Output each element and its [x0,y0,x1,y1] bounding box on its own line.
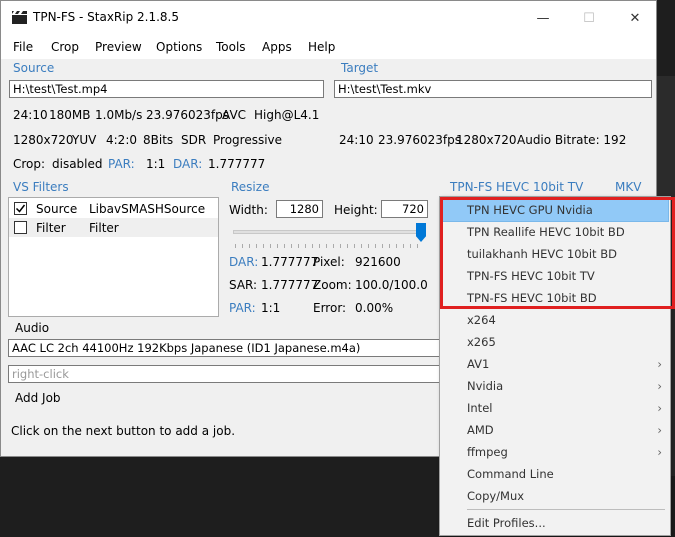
width-input[interactable]: 1280 [276,200,323,218]
annotation-highlight-box [440,197,675,309]
menu-help[interactable]: Help [308,40,335,54]
add-job-hint: Click on the next button to add a job. [11,424,236,438]
source-par-value: 1:1 [146,157,166,171]
target-audio-bitrate: Audio Bitrate: 192 [517,133,627,147]
submenu-arrow-icon: › [657,445,662,459]
zoom-value: 100.0/100.0 [355,278,428,292]
source-size: 180MB [49,108,91,122]
filter-row-filter[interactable]: Filter Filter [9,218,218,237]
filter-value: LibavSMASHSource [89,202,206,216]
source-profile: High@L4.1 [254,108,320,122]
source-colorspace: YUV [72,133,97,147]
width-label: Width: [229,203,268,217]
filter-checkbox-unchecked[interactable] [14,221,27,234]
container-label[interactable]: MKV [615,180,641,194]
submenu-arrow-icon: › [657,379,662,393]
menu-item-copy-mux[interactable]: Copy/Mux [442,485,668,507]
filter-name: Filter [36,221,66,235]
audio-track-field[interactable]: AAC LC 2ch 44100Hz 192Kbps Japanese (ID1… [8,339,448,357]
menu-apps[interactable]: Apps [262,40,292,54]
audio-section-label: Audio [15,321,50,335]
source-par-label: PAR: [108,157,135,171]
submenu-arrow-icon: › [657,401,662,415]
source-resolution: 1280x720 [13,133,74,147]
filter-row-source[interactable]: Source LibavSMASHSource [9,198,218,218]
source-dar-value: 1.777777 [208,157,266,171]
filter-checkbox-checked[interactable] [14,202,27,215]
filters-section-label: VS Filters [13,180,69,194]
filters-list: Source LibavSMASHSource Filter Filter [8,197,219,317]
resize-dar-label: DAR: [229,255,259,269]
audio-track-2-field[interactable]: right-click [8,365,448,383]
checkmark-icon [15,204,26,213]
menu-item-x265[interactable]: x265 [442,331,668,353]
menu-item-command-line[interactable]: Command Line [442,463,668,485]
source-codec: AVC [222,108,247,122]
error-value: 0.00% [355,301,394,315]
resize-dar-value: 1.777777 [261,255,319,269]
source-path-field[interactable]: H:\test\Test.mp4 [9,80,324,98]
clapperboard-icon [12,11,27,24]
resize-par-label: PAR: [229,301,256,315]
target-path-field[interactable]: H:\test\Test.mkv [334,80,652,98]
filter-value: Filter [89,221,119,235]
source-dar-label: DAR: [173,157,203,171]
menu-file[interactable]: File [13,40,33,54]
minimize-button[interactable]: — [520,1,566,35]
crop-label: Crop: [13,157,46,171]
height-input[interactable]: 720 [381,200,428,218]
target-fps: 23.976023fps [378,133,461,147]
filter-name: Source [36,202,78,216]
source-bitrate: 1.0Mb/s [95,108,143,122]
zoom-label: Zoom: [313,278,352,292]
submenu-arrow-icon: › [657,357,662,371]
target-section-label: Target [341,61,379,75]
crop-value: disabled [52,157,103,171]
source-chroma: 4:2:0 [106,133,137,147]
target-resolution: 1280x720 [456,133,517,147]
resize-par-value: 1:1 [261,301,281,315]
menu-crop[interactable]: Crop [51,40,79,54]
menu-item-x264[interactable]: x264 [442,309,668,331]
menu-bar: File Crop Preview Options Tools Apps Hel… [1,35,656,59]
menu-preview[interactable]: Preview [95,40,142,54]
source-fps: 23.976023fps [146,108,229,122]
sar-label: SAR: [229,278,258,292]
target-duration: 24:10 [339,133,374,147]
menu-item-av1[interactable]: AV1 › [442,353,668,375]
close-button[interactable]: ✕ [612,1,658,35]
menu-item-ffmpeg[interactable]: ffmpeg › [442,441,668,463]
submenu-arrow-icon: › [657,423,662,437]
source-scan: Progressive [213,133,283,147]
menu-item-amd[interactable]: AMD › [442,419,668,441]
source-hdr: SDR [181,133,207,147]
height-label: Height: [334,203,378,217]
resize-slider-ticks [235,244,423,248]
pixel-value: 921600 [355,255,401,269]
sar-value: 1.777777 [261,278,319,292]
menu-separator [467,509,665,510]
encoder-profile-label[interactable]: TPN-FS HEVC 10bit TV [450,180,583,194]
error-label: Error: [313,301,347,315]
title-bar[interactable]: TPN-FS - StaxRip 2.1.8.5 — ☐ ✕ [1,1,656,35]
resize-slider-thumb[interactable] [416,223,426,242]
menu-tools[interactable]: Tools [216,40,246,54]
window-title: TPN-FS - StaxRip 2.1.8.5 [33,10,180,24]
menu-item-nvidia[interactable]: Nvidia › [442,375,668,397]
resize-slider-track[interactable] [233,230,425,234]
menu-options[interactable]: Options [156,40,202,54]
menu-item-edit-profiles[interactable]: Edit Profiles... [442,512,668,534]
maximize-button[interactable]: ☐ [566,1,612,35]
source-bitdepth: 8Bits [143,133,174,147]
resize-section-label: Resize [231,180,270,194]
source-section-label: Source [13,61,55,75]
pixel-label: Pixel: [313,255,345,269]
menu-item-intel[interactable]: Intel › [442,397,668,419]
source-duration: 24:10 [13,108,48,122]
add-job-label: Add Job [15,391,61,405]
